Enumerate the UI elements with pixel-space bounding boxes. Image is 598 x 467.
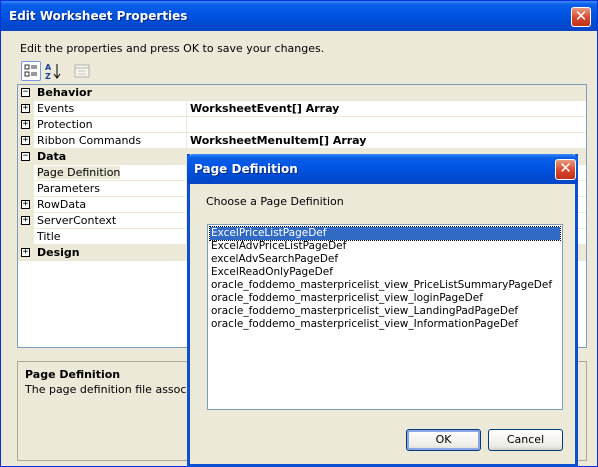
category-label: Behavior [37, 86, 93, 99]
list-item[interactable]: ExcelReadOnlyPageDef [210, 266, 560, 279]
description-text: The page definition file associated [25, 383, 215, 396]
svg-text:Z: Z [45, 72, 51, 81]
categorized-button[interactable] [21, 61, 41, 81]
expand-icon[interactable]: + [21, 200, 30, 209]
category-label: Design [37, 246, 80, 259]
grid-row-protection[interactable]: + Protection [18, 117, 586, 133]
property-pages-icon [74, 64, 90, 78]
collapse-icon[interactable]: − [21, 152, 30, 161]
property-value[interactable]: WorksheetMenuItem[] Array [186, 133, 586, 148]
property-name: ServerContext [37, 214, 117, 227]
close-icon: ✕ [559, 159, 572, 177]
property-name: Parameters [37, 182, 100, 195]
expand-icon[interactable]: + [21, 104, 30, 113]
property-name: Protection [37, 118, 93, 131]
grid-category-behavior[interactable]: − Behavior [18, 85, 586, 101]
close-icon: ✕ [574, 7, 588, 25]
ok-button[interactable]: OK [406, 429, 481, 451]
property-name: Ribbon Commands [37, 134, 142, 147]
page-definition-list[interactable]: ExcelPriceListPageDef ExcelAdvPriceListP… [207, 224, 563, 410]
property-name: Page Definition [37, 166, 121, 179]
list-item[interactable]: oracle_foddemo_masterpricelist_view_logi… [210, 292, 560, 305]
property-value[interactable] [186, 117, 586, 132]
property-pages-button[interactable] [72, 61, 92, 81]
list-item[interactable]: oracle_foddemo_masterpricelist_view_Land… [210, 305, 560, 318]
description-title: Page Definition [25, 368, 121, 381]
cancel-button[interactable]: Cancel [488, 429, 563, 451]
expand-icon[interactable]: + [21, 136, 30, 145]
window-description: Edit the properties and press OK to save… [20, 42, 325, 55]
dialog-close-button[interactable]: ✕ [555, 159, 576, 180]
categorized-icon [24, 64, 37, 77]
expand-icon[interactable]: + [21, 216, 30, 225]
property-name: Events [37, 102, 75, 115]
svg-text:A: A [45, 63, 52, 72]
property-name: Title [37, 230, 61, 243]
grid-row-ribbon-commands[interactable]: + Ribbon Commands WorksheetMenuItem[] Ar… [18, 133, 586, 149]
list-item[interactable]: ExcelPriceListPageDef [209, 226, 561, 241]
property-value[interactable]: WorksheetEvent[] Array [186, 101, 586, 116]
list-item[interactable]: excelAdvSearchPageDef [210, 253, 560, 266]
expand-icon[interactable]: + [21, 120, 30, 129]
sort-alphabetical-icon: A Z [45, 63, 61, 81]
grid-row-events[interactable]: + Events WorksheetEvent[] Array [18, 101, 586, 117]
list-item[interactable]: ExcelAdvPriceListPageDef [210, 240, 560, 253]
alphabetical-button[interactable]: A Z [43, 61, 63, 81]
expand-icon[interactable]: + [21, 248, 30, 257]
dialog-title: Page Definition [194, 162, 298, 176]
window-titlebar[interactable]: Edit Worksheet Properties ✕ [1, 1, 597, 31]
dialog-titlebar[interactable]: Page Definition ✕ [187, 154, 578, 184]
property-name: RowData [37, 198, 87, 211]
window-close-button[interactable]: ✕ [571, 7, 591, 27]
list-item[interactable]: oracle_foddemo_masterpricelist_view_Info… [210, 318, 560, 331]
category-label: Data [37, 150, 67, 163]
page-definition-dialog: Page Definition ✕ Choose a Page Definiti… [187, 154, 578, 467]
collapse-icon[interactable]: − [21, 88, 30, 97]
list-item[interactable]: oracle_foddemo_masterpricelist_view_Pric… [210, 279, 560, 292]
window-title: Edit Worksheet Properties [9, 9, 188, 23]
dialog-prompt: Choose a Page Definition [206, 195, 344, 208]
